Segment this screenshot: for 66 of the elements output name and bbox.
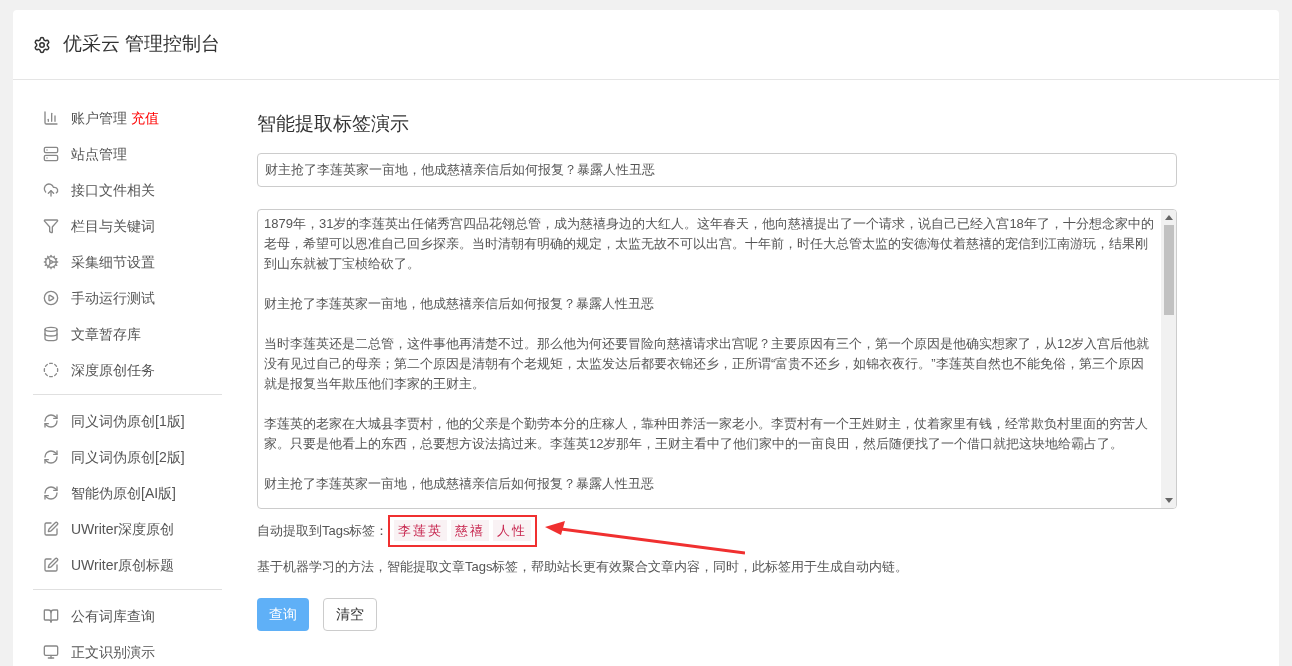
sidebar-item[interactable]: 采集细节设置 (33, 244, 222, 280)
server-icon (43, 146, 59, 162)
refresh-icon (43, 413, 59, 429)
article-paragraph: 当时李莲英还是二总管，这件事他再清楚不过。那么他为何还要冒险向慈禧请求出宫呢？主要原因有三个，第一个原因是他确实想家了，从12岁入宫后他就没有见过自己的母亲；第二个原因是清朝有个老规矩，太监发达后都要衣锦还乡，正所谓“富贵不还乡，如锦衣夜行。”李莲英自然也不能免俗，第三个原因就是报复当年欺压他们李家的王财主。 (264, 334, 1151, 393)
sidebar-item-label: 手动运行测试 (71, 288, 155, 308)
filter-icon (43, 218, 59, 234)
cloud-upload-icon (43, 182, 59, 198)
sidebar-item-label: 账户管理 (71, 108, 127, 128)
sidebar-item-label: UWriter原创标题 (71, 555, 175, 575)
sidebar-item-label: 同义词伪原创[1版] (71, 411, 185, 431)
sidebar-item-label: 栏目与关键词 (71, 216, 155, 236)
book-icon (43, 608, 59, 624)
tag: 人性 (493, 519, 532, 542)
gears-icon (43, 254, 59, 270)
console-title: 优采云 管理控制台 (63, 32, 221, 57)
edit-icon (43, 521, 59, 537)
sidebar-item-label: 采集细节设置 (71, 252, 155, 272)
refresh-icon (43, 449, 59, 465)
recharge-link[interactable]: 充值 (131, 107, 159, 129)
sidebar-item[interactable]: 账户管理 充值 (33, 100, 222, 136)
title-input[interactable]: 财主抢了李莲英家一亩地，他成慈禧亲信后如何报复？暴露人性丑恶 (257, 152, 1177, 187)
sidebar-item[interactable]: 接口文件相关 (33, 172, 222, 208)
article-paragraph: 1879年，31岁的李莲英出任储秀宫四品花翎总管，成为慈禧身边的大红人。这年春天，他向慈禧提出了一个请求，说自己已经入宫18年了，十分想念家中的老母，希望可以恩准自己回乡探亲。当时清朝有明确的规定，太监无故不可以出宫。十年前，时任大总管太监的安德海仗着慈禧的宠信到江南游玩，结果刚到山东就被丁宝桢给砍了。 (264, 214, 1155, 273)
scroll-down-icon[interactable] (1164, 497, 1173, 503)
sidebar-item-label: 深度原创任务 (71, 360, 155, 380)
ring-icon (43, 362, 59, 378)
tag: 慈禧 (451, 519, 490, 542)
tag: 李莲英 (394, 519, 448, 542)
sidebar-item[interactable]: UWriter深度原创 (33, 511, 222, 547)
sidebar-item-label: 文章暂存库 (71, 324, 141, 344)
sidebar-item[interactable]: 栏目与关键词 (33, 208, 222, 244)
sidebar-item[interactable]: 手动运行测试 (33, 280, 222, 316)
sidebar-item[interactable]: 文章暂存库 (33, 316, 222, 352)
sidebar-item[interactable]: 同义词伪原创[1版] (33, 403, 222, 439)
bar-chart-icon (43, 110, 59, 126)
sidebar-item-label: 正文识别演示 (71, 642, 155, 662)
clear-button[interactable]: 清空 (323, 598, 377, 631)
play-icon (43, 290, 59, 306)
sidebar-item[interactable]: 同义词伪原创[2版] (33, 439, 222, 475)
section-heading: 智能提取标签演示 (257, 112, 410, 136)
sidebar-item[interactable]: 正文识别演示 (33, 634, 222, 666)
article-paragraph: 财主抢了李莲英家一亩地，他成慈禧亲信后如何报复？暴露人性丑恶 (264, 294, 655, 313)
sidebar-item[interactable]: UWriter原创标题 (33, 547, 222, 583)
tags-label: 自动提取到Tags标签： (257, 521, 389, 540)
sidebar-item[interactable]: 智能伪原创[AI版] (33, 475, 222, 511)
database-icon (43, 326, 59, 342)
scrollbar[interactable] (1161, 209, 1176, 508)
sidebar-item-label: 智能伪原创[AI版] (71, 483, 176, 503)
content-textarea[interactable] (257, 208, 1177, 509)
sidebar-item-label: 公有词库查询 (71, 606, 155, 626)
sidebar-item[interactable]: 站点管理 (33, 136, 222, 172)
refresh-icon (43, 485, 59, 501)
sidebar-item[interactable]: 公有词库查询 (33, 598, 222, 634)
sidebar-item-label: UWriter深度原创 (71, 519, 175, 539)
article-paragraph: 李莲英的老家在大城县李贾村，他的父亲是个勤劳本分的庄稼人，靠种田养活一家老小。李贾村有一个王姓财主，仗着家里有钱，经常欺负村里面的穷苦人家。只要是他看上的东西，总要想方设法搞过来。李莲英12岁那年，王财主看中了他们家中的一亩良田，然后随便找了一个借口就把这块地给霸占了。 (264, 414, 1149, 453)
scroll-up-icon[interactable] (1164, 214, 1173, 220)
scrollbar-thumb[interactable] (1163, 224, 1174, 315)
monitor-icon (43, 644, 59, 660)
article-paragraph: 财主抢了李莲英家一亩地，他成慈禧亲信后如何报复？暴露人性丑恶 (264, 474, 655, 493)
settings-icon (33, 35, 51, 54)
description-text: 基于机器学习的方法，智能提取文章Tags标签，帮助站长更有效聚合文章内容，同时，此标签用于生成自动内链。 (257, 557, 910, 576)
sidebar-item-label: 接口文件相关 (71, 180, 155, 200)
sidebar-item[interactable]: 深度原创任务 (33, 352, 222, 388)
sidebar-item-label: 站点管理 (71, 144, 127, 164)
sidebar-item-label: 同义词伪原创[2版] (71, 447, 185, 467)
edit-icon (43, 557, 59, 573)
